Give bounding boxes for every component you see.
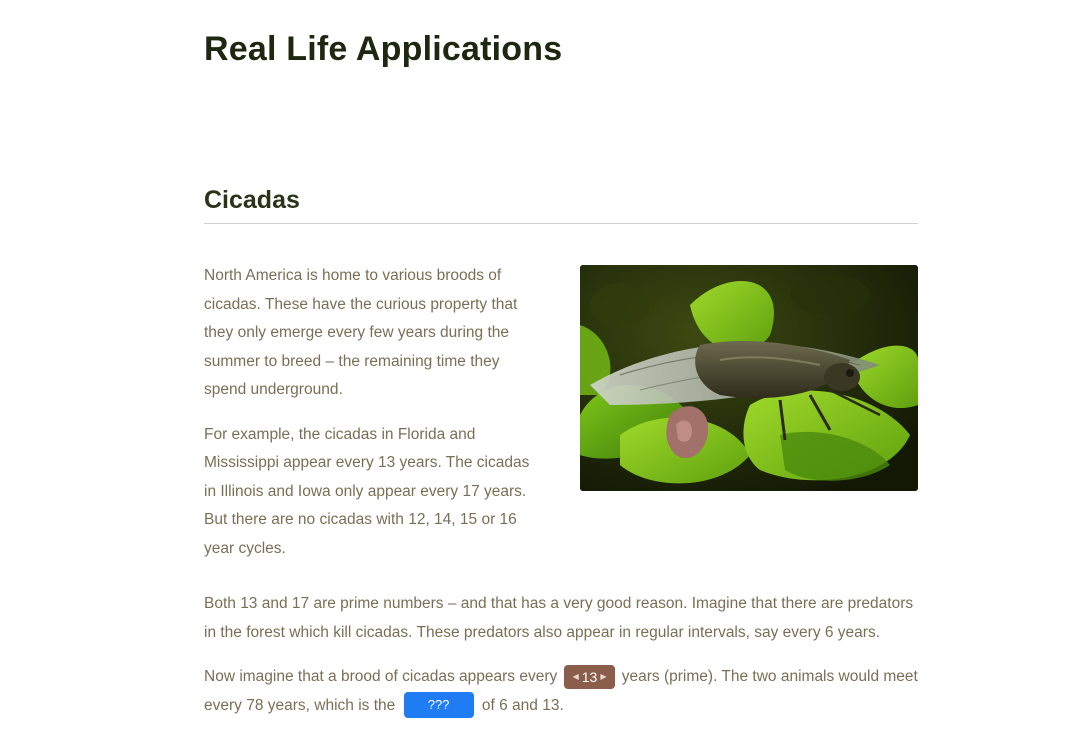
cicada-photo: [580, 265, 918, 491]
section-heading: Cicadas: [204, 186, 918, 224]
lcm-answer-blank[interactable]: ???: [403, 692, 474, 719]
primes-paragraph: Both 13 and 17 are prime numbers – and t…: [204, 595, 914, 641]
caret-right-icon[interactable]: ▶: [600, 665, 606, 689]
years-stepper[interactable]: ◀ 13 ▶: [563, 664, 616, 689]
brood-text-before: Now imagine that a brood of cicadas appe…: [204, 668, 558, 685]
brood-paragraph: Now imagine that a brood of cicadas appe…: [204, 663, 918, 720]
cicada-image: [580, 265, 918, 491]
brood-text-after: of 6 and 13.: [481, 696, 564, 714]
page-title: Real Life Applications: [204, 30, 563, 68]
intro-text: North America is home to various broods …: [204, 262, 544, 579]
intro-paragraph: For example, the cicadas in Florida and …: [204, 425, 530, 557]
stepper-value: 13: [581, 668, 598, 685]
intro-paragraph: North America is home to various broods …: [204, 267, 518, 398]
main-text: Both 13 and 17 are prime numbers – and t…: [204, 590, 918, 736]
caret-left-icon[interactable]: ◀: [573, 665, 579, 689]
